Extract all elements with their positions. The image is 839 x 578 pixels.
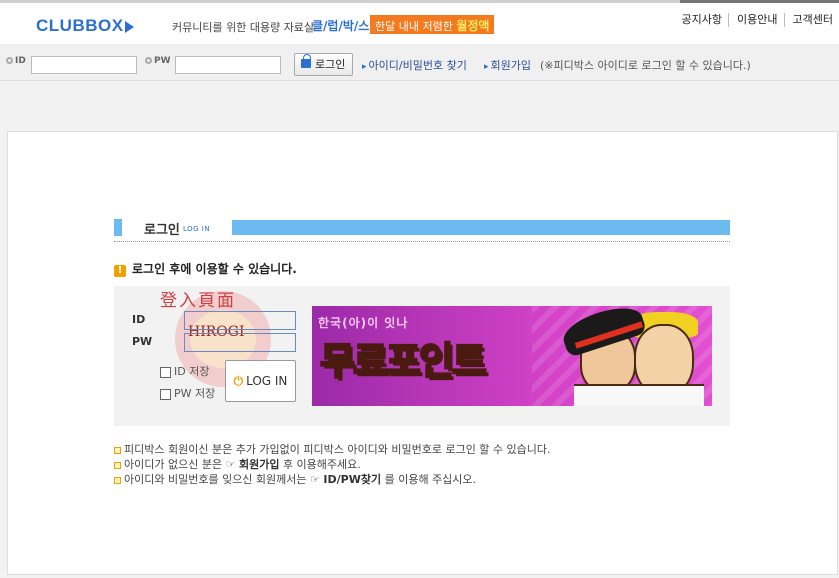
banner-big-text: 무료포인트 bbox=[319, 338, 488, 384]
nav-support[interactable]: 고객센터 bbox=[783, 13, 839, 27]
edit-icon: ☞ bbox=[310, 473, 320, 486]
clubbox-logo[interactable]: CLUBBOX bbox=[36, 16, 134, 36]
login-button[interactable]: ⏻ LOG IN bbox=[225, 360, 296, 402]
bullet-icon bbox=[145, 57, 152, 64]
login-required-text: 로그인 후에 이용할 수 있습니다. bbox=[132, 262, 297, 276]
note-item: 피디박스 회원이신 분은 추가 가입없이 피디박스 아이디와 비밀번호로 로그인… bbox=[114, 442, 551, 457]
main-content: 로그인 LOG IN ! 로그인 후에 이용할 수 있습니다. 登入頁面 HIRO… bbox=[7, 131, 838, 575]
quick-login-button[interactable]: 로그인 bbox=[294, 53, 353, 76]
checkbox-box[interactable] bbox=[160, 388, 171, 400]
top-nav: 공지사항 이용안내 고객센터 bbox=[674, 13, 839, 27]
promo-banner[interactable]: 한달 내내 저렴한 월정액 bbox=[370, 15, 495, 34]
section-title: 로그인 bbox=[144, 223, 180, 238]
quick-id-label: ID bbox=[6, 56, 26, 66]
note-join-link[interactable]: 회원가입 bbox=[239, 458, 279, 471]
join-link[interactable]: 회원가입 bbox=[484, 57, 531, 73]
nav-notice[interactable]: 공지사항 bbox=[674, 13, 728, 27]
quick-id-label-text: ID bbox=[15, 56, 26, 66]
warning-icon: ! bbox=[114, 265, 126, 277]
note-text: 피디박스 회원이신 분은 추가 가입없이 피디박스 아이디와 비밀번호로 로그인… bbox=[124, 443, 551, 456]
section-header: 로그인 LOG IN bbox=[114, 219, 730, 238]
save-pw-label: PW 저장 bbox=[174, 387, 216, 400]
note-text: 후 이용해주세요. bbox=[282, 458, 361, 471]
character-shirt bbox=[574, 384, 704, 406]
section-subtitle: LOG IN bbox=[183, 225, 211, 233]
pw-input[interactable] bbox=[184, 333, 296, 352]
tagline: 커뮤니티를 위한 대용량 자료실 bbox=[172, 21, 315, 34]
login-button-label: LOG IN bbox=[246, 374, 288, 388]
id-label: ID bbox=[132, 313, 146, 326]
find-id-pw-link[interactable]: 아이디/비밀번호 찾기 bbox=[362, 57, 467, 73]
note-item: 아이디가 없으신 분은 ☞ 회원가입 후 이용해주세요. bbox=[114, 457, 551, 472]
quick-pw-label-text: PW bbox=[154, 56, 171, 66]
quick-login-note: (※피디박스 아이디로 로그인 할 수 있습니다.) bbox=[540, 59, 751, 72]
power-icon: ⏻ bbox=[233, 374, 244, 388]
quick-id-input[interactable] bbox=[31, 56, 137, 74]
save-id-checkbox[interactable]: ID 저장 bbox=[160, 363, 209, 379]
banner-small-text: 한국(아)이 잇나 bbox=[318, 316, 409, 330]
quick-pw-label: PW bbox=[145, 56, 171, 66]
brand-word: 클/럽/박/스 bbox=[312, 19, 370, 33]
pw-label: PW bbox=[132, 335, 153, 348]
watermark-text: 登入頁面 bbox=[160, 291, 236, 311]
checkbox-box[interactable] bbox=[160, 366, 171, 378]
section-bar-right bbox=[232, 220, 730, 235]
top-accent-line bbox=[680, 0, 839, 3]
save-pw-checkbox[interactable]: PW 저장 bbox=[160, 385, 215, 401]
id-input[interactable] bbox=[184, 311, 296, 330]
note-text: 아이디가 없으신 분은 bbox=[124, 458, 223, 471]
quick-login-button-label: 로그인 bbox=[315, 58, 346, 71]
note-find-link[interactable]: ID/PW찾기 bbox=[323, 473, 381, 486]
logo-text: CLUBBOX bbox=[36, 16, 124, 35]
edit-icon: ☞ bbox=[225, 458, 236, 471]
login-panel: 登入頁面 HIROGI ID PW ID 저장 PW 저장 ⏻ LOG IN 한국… bbox=[114, 286, 730, 426]
logo-arrow-icon bbox=[124, 20, 134, 33]
save-id-label: ID 저장 bbox=[174, 365, 210, 378]
free-points-banner[interactable]: 한국(아)이 잇나 무료포인트 bbox=[312, 306, 712, 406]
login-required-notice: ! 로그인 후에 이용할 수 있습니다. bbox=[114, 260, 297, 277]
divider bbox=[114, 241, 730, 242]
top-header: CLUBBOX 커뮤니티를 위한 대용량 자료실 클/럽/박/스 한달 내내 저… bbox=[0, 0, 839, 44]
section-bar-left bbox=[114, 219, 122, 236]
note-text: 아이디와 비밀번호를 잊으신 회원께서는 bbox=[124, 473, 307, 486]
promo-prefix: 한달 내내 저렴한 bbox=[375, 20, 453, 33]
lock-icon bbox=[301, 54, 311, 68]
note-item: 아이디와 비밀번호를 잊으신 회원께서는 ☞ ID/PW찾기 를 이용해 주십시… bbox=[114, 472, 551, 487]
quick-pw-input[interactable] bbox=[175, 56, 281, 74]
nav-guide[interactable]: 이용안내 bbox=[728, 13, 783, 27]
note-text: 를 이용해 주십시오. bbox=[384, 473, 477, 486]
login-notes: 피디박스 회원이신 분은 추가 가입없이 피디박스 아이디와 비밀번호로 로그인… bbox=[114, 442, 551, 487]
bullet-icon bbox=[6, 57, 13, 64]
quick-login-bar: ID PW 로그인 아이디/비밀번호 찾기 회원가입 (※피디박스 아이디로 로… bbox=[0, 44, 839, 81]
promo-highlight: 월정액 bbox=[456, 19, 490, 33]
